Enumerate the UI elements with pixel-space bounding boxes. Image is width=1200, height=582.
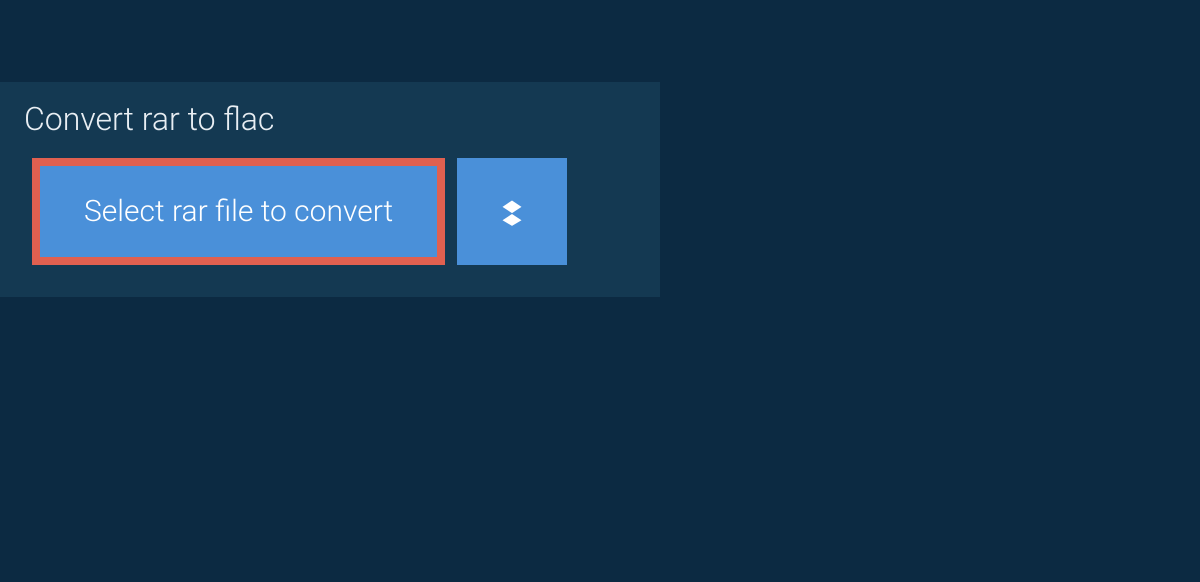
dropbox-icon xyxy=(493,191,531,233)
tab-convert[interactable]: Convert rar to flac xyxy=(0,82,304,156)
tab-label: Convert rar to flac xyxy=(24,100,274,138)
dropbox-button[interactable] xyxy=(457,158,567,265)
select-file-button[interactable]: Select rar file to convert xyxy=(32,158,445,265)
select-file-label: Select rar file to convert xyxy=(84,194,393,229)
